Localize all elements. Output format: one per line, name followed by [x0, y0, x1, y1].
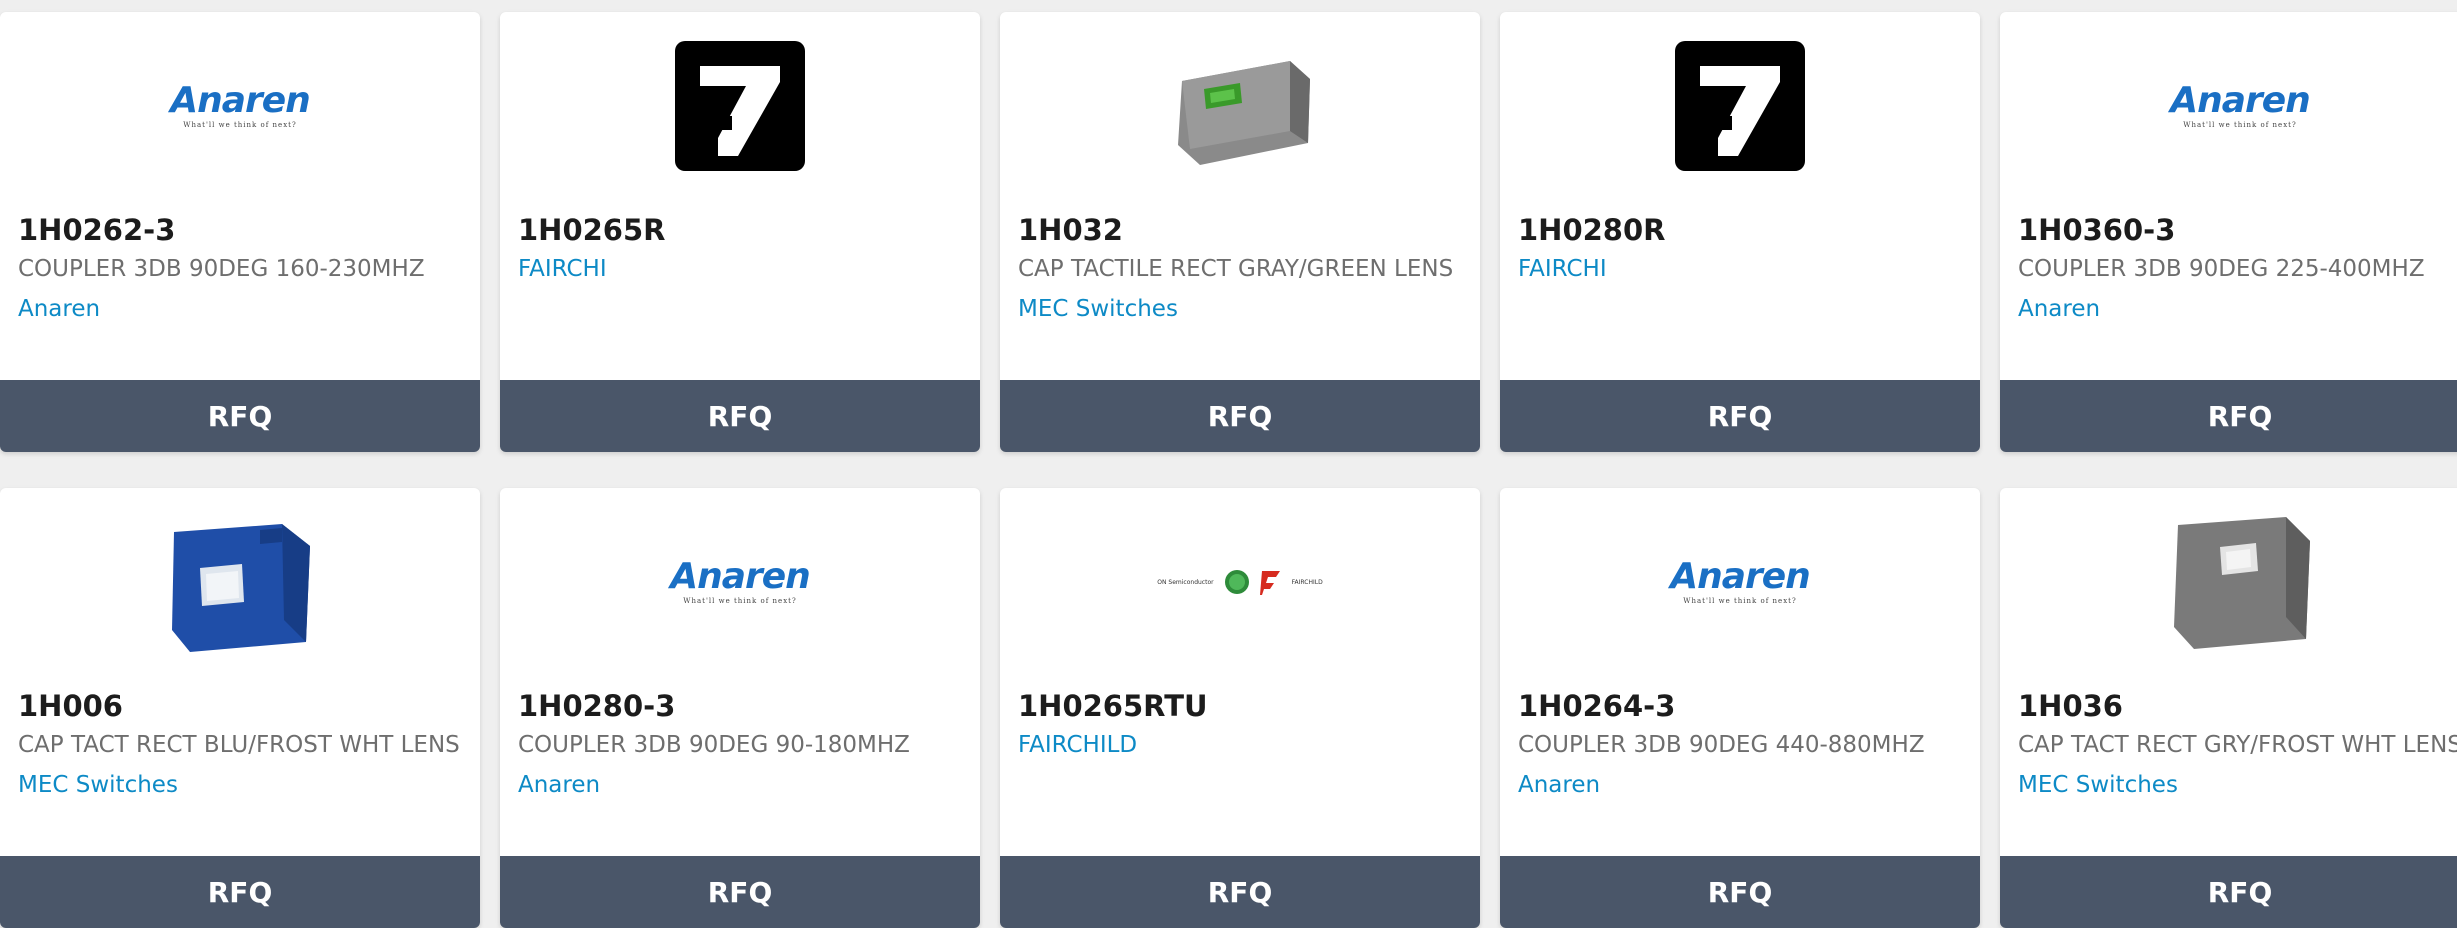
product-card[interactable]: 1H036 CAP TACT RECT GRY/FROST WHT LENS M…: [2000, 488, 2457, 928]
rfq-button[interactable]: RFQ: [0, 856, 480, 928]
part-number[interactable]: 1H036: [2018, 689, 2123, 723]
rfq-button[interactable]: RFQ: [0, 380, 480, 452]
part-number[interactable]: 1H0264-3: [1518, 689, 1675, 723]
manufacturer-link[interactable]: FAIRCHI: [1518, 256, 1607, 282]
rfq-button[interactable]: RFQ: [1500, 856, 1980, 928]
part-description: COUPLER 3DB 90DEG 225-400MHZ: [2018, 256, 2425, 282]
anaren-logo-word: Anaren: [1670, 556, 1811, 597]
onsemi-fairchild-logo: ON Semiconductor FAIRCHILD: [1157, 569, 1323, 595]
product-card[interactable]: Anaren What'll we think of next? 1H0262-…: [0, 12, 480, 452]
anaren-logo-tagline: What'll we think of next?: [683, 597, 797, 605]
anaren-logo-word: Anaren: [670, 556, 811, 597]
rfq-button[interactable]: RFQ: [1500, 380, 1980, 452]
product-image[interactable]: [1000, 12, 1480, 200]
anaren-logo-word: Anaren: [170, 80, 311, 121]
product-card[interactable]: 1H032 CAP TACTILE RECT GRAY/GREEN LENS M…: [1000, 12, 1480, 452]
product-card[interactable]: 1H0280R FAIRCHI RFQ: [1500, 12, 1980, 452]
anaren-logo-tagline: What'll we think of next?: [2183, 121, 2297, 129]
anaren-logo: Anaren What'll we think of next?: [670, 556, 811, 606]
part-number[interactable]: 1H0262-3: [18, 213, 175, 247]
part-number[interactable]: 1H0280-3: [518, 689, 675, 723]
product-image[interactable]: Anaren What'll we think of next?: [1500, 488, 1980, 676]
part-description: CAP TACT RECT BLU/FROST WHT LENS: [18, 732, 460, 758]
product-image[interactable]: Anaren What'll we think of next?: [2000, 12, 2457, 200]
product-image[interactable]: [1500, 12, 1980, 200]
anaren-logo-word: Anaren: [2170, 80, 2311, 121]
product-grid: Anaren What'll we think of next? 1H0262-…: [0, 12, 2457, 928]
manufacturer-link[interactable]: Anaren: [518, 772, 600, 798]
part-description: COUPLER 3DB 90DEG 90-180MHZ: [518, 732, 910, 758]
manufacturer-link[interactable]: MEC Switches: [2018, 772, 2178, 798]
part-description: COUPLER 3DB 90DEG 160-230MHZ: [18, 256, 425, 282]
onsemi-circle-icon: [1224, 570, 1249, 594]
manufacturer-link[interactable]: MEC Switches: [1018, 296, 1178, 322]
part-number[interactable]: 1H0360-3: [2018, 213, 2175, 247]
anaren-logo: Anaren What'll we think of next?: [1670, 556, 1811, 606]
manufacturer-link[interactable]: Anaren: [2018, 296, 2100, 322]
product-image[interactable]: [2000, 488, 2457, 676]
anaren-logo-tagline: What'll we think of next?: [1683, 597, 1797, 605]
part-description: CAP TACT RECT GRY/FROST WHT LENS: [2018, 732, 2457, 758]
blue-cap-image: [172, 524, 310, 652]
manufacturer-link[interactable]: Anaren: [1518, 772, 1600, 798]
part-number[interactable]: 1H0265R: [518, 213, 666, 247]
product-image[interactable]: [500, 12, 980, 200]
part-number[interactable]: 1H006: [18, 689, 123, 723]
part-number[interactable]: 1H0265RTU: [1018, 689, 1208, 723]
part-number[interactable]: 1H0280R: [1518, 213, 1666, 247]
part-number[interactable]: 1H032: [1018, 213, 1123, 247]
rfq-button[interactable]: RFQ: [1000, 380, 1480, 452]
rfq-button[interactable]: RFQ: [500, 380, 980, 452]
manufacturer-link[interactable]: Anaren: [18, 296, 100, 322]
rfq-button[interactable]: RFQ: [2000, 856, 2457, 928]
anaren-logo: Anaren What'll we think of next?: [2170, 80, 2311, 130]
product-image[interactable]: Anaren What'll we think of next?: [500, 488, 980, 676]
product-card[interactable]: Anaren What'll we think of next? 1H0360-…: [2000, 12, 2457, 452]
rfq-button[interactable]: RFQ: [1000, 856, 1480, 928]
part-description: COUPLER 3DB 90DEG 440-880MHZ: [1518, 732, 1925, 758]
product-card[interactable]: 1H0265R FAIRCHI RFQ: [500, 12, 980, 452]
fairchild-logo-text: FAIRCHILD: [1291, 578, 1323, 586]
product-image[interactable]: Anaren What'll we think of next?: [0, 12, 480, 200]
anaren-logo: Anaren What'll we think of next?: [170, 80, 311, 130]
product-image[interactable]: [0, 488, 480, 676]
manufacturer-link[interactable]: FAIRCHI: [518, 256, 607, 282]
manufacturer-link[interactable]: FAIRCHILD: [1018, 732, 1137, 758]
rfq-button[interactable]: RFQ: [500, 856, 980, 928]
gray-cap-image: [2174, 517, 2310, 649]
product-card[interactable]: Anaren What'll we think of next? 1H0264-…: [1500, 488, 1980, 928]
product-card[interactable]: ON Semiconductor FAIRCHILD 1H0265RTU FAI…: [1000, 488, 1480, 928]
manufacturer-link[interactable]: MEC Switches: [18, 772, 178, 798]
seven-logo-icon: [1675, 41, 1805, 171]
gray-cap-green-lens-image: [1178, 61, 1310, 165]
onsemi-logo-text: ON Semiconductor: [1157, 578, 1214, 586]
product-image[interactable]: ON Semiconductor FAIRCHILD: [1000, 488, 1480, 676]
part-description: CAP TACTILE RECT GRAY/GREEN LENS: [1018, 256, 1454, 282]
anaren-logo-tagline: What'll we think of next?: [183, 121, 297, 129]
product-card[interactable]: Anaren What'll we think of next? 1H0280-…: [500, 488, 980, 928]
product-card[interactable]: 1H006 CAP TACT RECT BLU/FROST WHT LENS M…: [0, 488, 480, 928]
seven-logo-icon: [675, 41, 805, 171]
rfq-button[interactable]: RFQ: [2000, 380, 2457, 452]
fairchild-mark-icon: [1259, 571, 1280, 595]
